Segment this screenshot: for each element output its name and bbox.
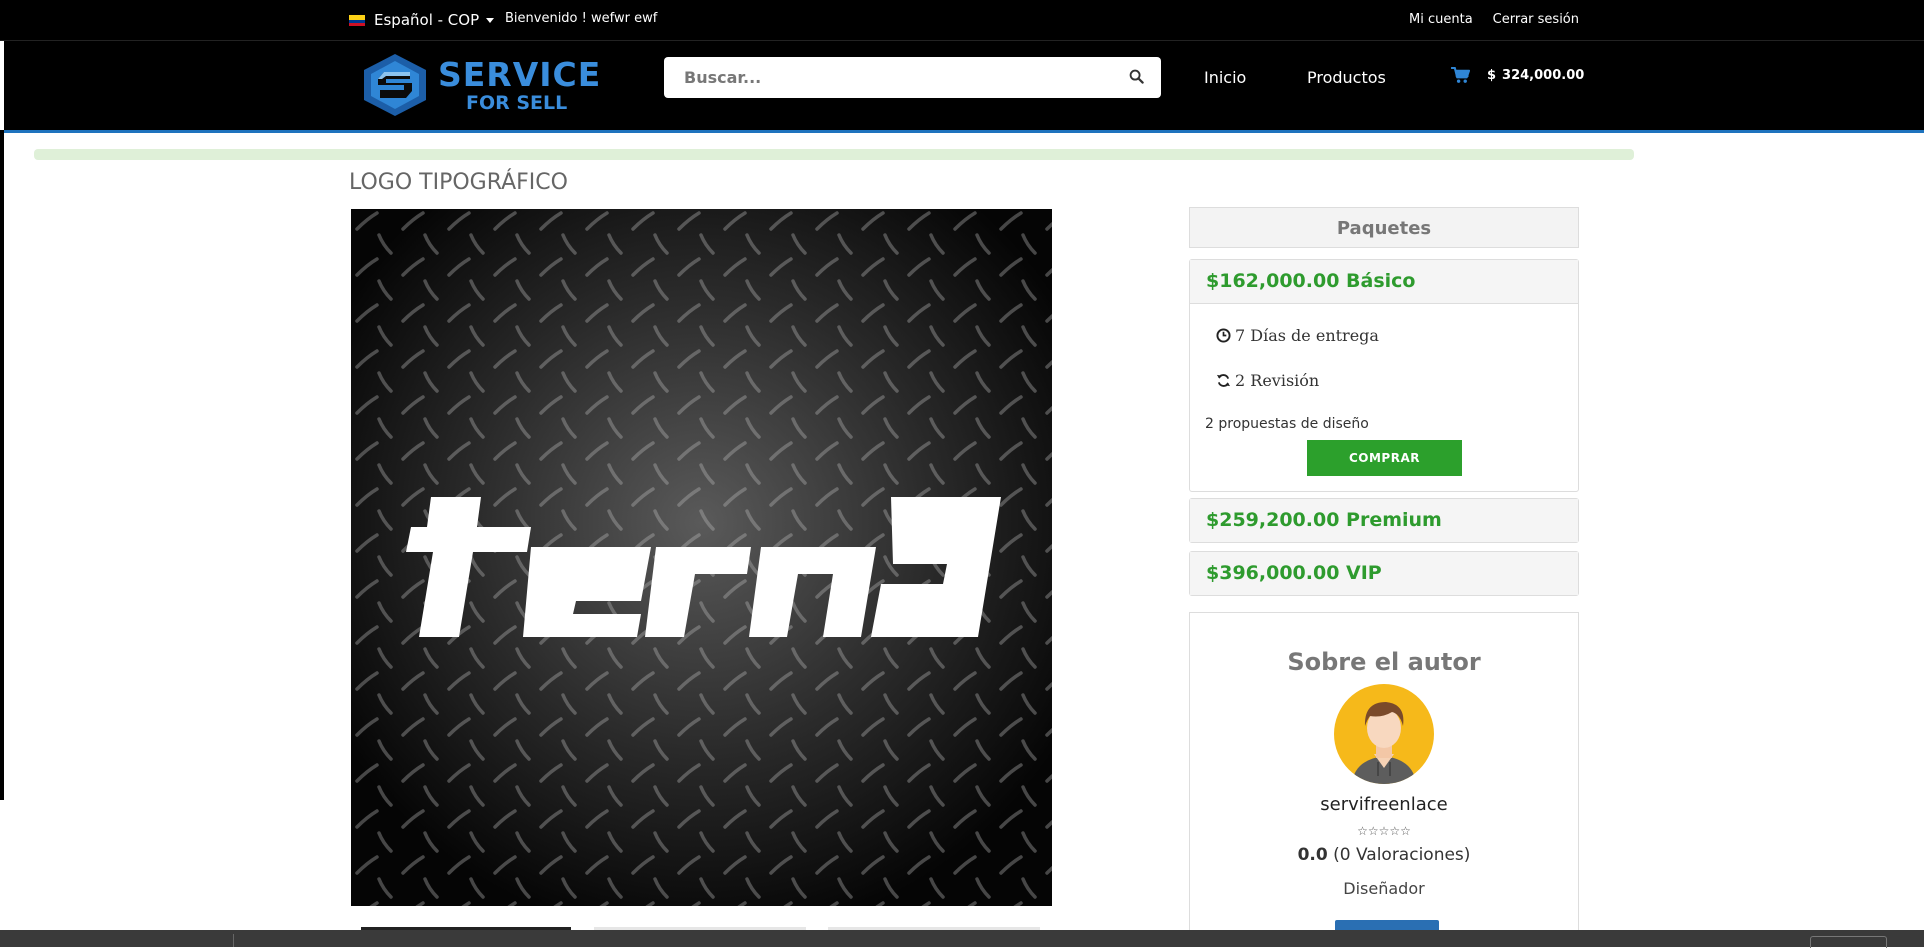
logo-text-service: SERVICE	[438, 55, 602, 94]
logo-hexagon-icon	[364, 54, 426, 116]
delivery-time: 7 Días de entrega	[1216, 326, 1379, 345]
search-icon[interactable]	[1129, 69, 1144, 84]
language-currency-selector[interactable]: Español - COP	[349, 11, 495, 29]
buy-button[interactable]: COMPRAR	[1307, 440, 1462, 476]
currency-symbol: $	[1487, 68, 1497, 83]
revisions-text: 2 Revisión	[1235, 371, 1320, 390]
welcome-message: Bienvenido ! wefwr ewf	[505, 11, 658, 26]
author-role: Diseñador	[1343, 879, 1425, 898]
package-premium[interactable]: $259,200.00 Premium	[1189, 498, 1579, 543]
bottom-bar-divider	[233, 934, 234, 947]
bottom-bar	[0, 930, 1924, 948]
site-logo[interactable]: SERVICE FOR SELL	[360, 52, 600, 118]
package-basic: $162,000.00 Básico 7 Días de entrega 2 R…	[1189, 259, 1579, 492]
rating-score: 0.0	[1297, 845, 1328, 865]
package-basic-title[interactable]: $162,000.00 Básico	[1190, 260, 1578, 304]
clock-icon	[1216, 328, 1231, 343]
cart-total: $324,000.00	[1487, 68, 1584, 83]
product-image-artwork	[351, 209, 1052, 906]
package-premium-title[interactable]: $259,200.00 Premium	[1190, 499, 1578, 542]
rating-summary: 0.0 (0 Valoraciones)	[1190, 845, 1578, 865]
nav-home[interactable]: Inicio	[1204, 68, 1246, 87]
author-username[interactable]: servifreenlace	[1190, 794, 1578, 815]
packages-panel: Paquetes $162,000.00 Básico 7 Días de en…	[1189, 207, 1579, 596]
user-avatar-icon	[1352, 702, 1416, 784]
rating-count: (0 Valoraciones)	[1333, 845, 1471, 865]
bottom-bar-tab[interactable]	[1810, 936, 1887, 948]
main-header: SERVICE FOR SELL Inicio Productos $324,0…	[4, 41, 1924, 133]
delivery-time-text: 7 Días de entrega	[1235, 326, 1379, 345]
rating-stars: ☆☆☆☆☆	[1357, 824, 1411, 838]
package-description: 2 propuestas de diseño	[1205, 416, 1369, 432]
cart-total-value: 324,000.00	[1502, 68, 1585, 83]
packages-heading: Paquetes	[1189, 207, 1579, 248]
product-image[interactable]	[351, 209, 1052, 906]
search-box	[664, 57, 1161, 98]
logout-link[interactable]: Cerrar sesión	[1493, 12, 1579, 27]
logo-text-for-sell: FOR SELL	[466, 92, 568, 114]
top-bar: Español - COP Bienvenido ! wefwr ewf Mi …	[0, 0, 1924, 41]
avatar[interactable]	[1334, 684, 1434, 784]
colombia-flag-icon	[349, 14, 365, 26]
caret-down-icon	[486, 17, 495, 23]
breadcrumb	[34, 149, 1634, 160]
nav-products[interactable]: Productos	[1307, 68, 1386, 87]
revisions: 2 Revisión	[1216, 371, 1319, 390]
package-vip[interactable]: $396,000.00 VIP	[1189, 551, 1579, 596]
refresh-icon	[1216, 374, 1231, 387]
shopping-cart-icon	[1451, 67, 1470, 83]
my-account-link[interactable]: Mi cuenta	[1409, 12, 1473, 27]
author-heading: Sobre el autor	[1287, 648, 1481, 676]
product-title: LOGO TIPOGRÁFICO	[349, 170, 568, 195]
package-vip-title[interactable]: $396,000.00 VIP	[1190, 552, 1578, 595]
cart-summary[interactable]: $324,000.00	[1451, 67, 1584, 84]
search-input[interactable]	[664, 57, 1124, 98]
language-label: Español - COP	[374, 11, 480, 29]
left-edge-strip	[0, 130, 4, 800]
author-card: Sobre el autor servifreenlace ☆☆☆☆☆ 0.0 …	[1189, 612, 1579, 942]
